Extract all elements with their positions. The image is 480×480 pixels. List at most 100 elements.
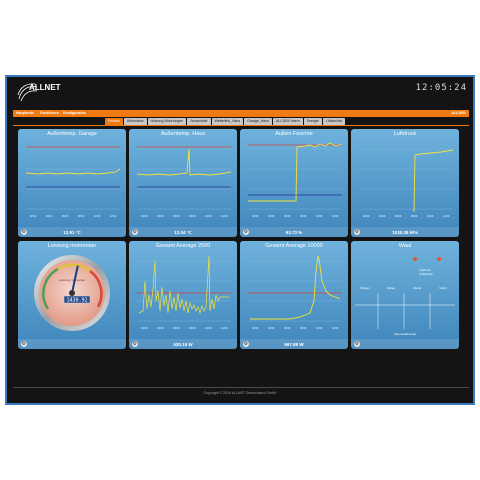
- x-tick: 08:00: [300, 327, 307, 330]
- widget-title: Leistung momentan: [47, 243, 97, 249]
- red-indicator-icon: [437, 257, 441, 261]
- x-tick: 12:00: [443, 215, 450, 218]
- x-tick: 06:00: [62, 215, 69, 218]
- widget-title: Außen Feuchte: [275, 131, 313, 137]
- gauge-label: Leistung momentan: [59, 278, 86, 282]
- red-indicator-icon: [413, 257, 417, 261]
- x-tick: 02:00: [252, 327, 259, 330]
- luftdruck-chart: 02:00 04:00 06:00 08:00 10:00 12:00: [359, 148, 454, 218]
- footer-divider: [13, 387, 469, 388]
- x-tick: 10:00: [316, 215, 323, 218]
- x-tick: 10:00: [205, 327, 212, 330]
- avg2500-chart: 02:00 04:00 06:00 08:00 10:00 12:00: [137, 255, 231, 330]
- gauge-hub: [69, 290, 75, 296]
- avg10000-chart: 02:00 04:00 06:00 08:00 10:00 12:00: [248, 255, 342, 330]
- x-tick: 12:00: [221, 327, 228, 330]
- x-tick: 02:00: [252, 215, 259, 218]
- tab-wetterlink[interactable]: Wetterlink_Haus: [211, 118, 244, 125]
- widget-value: 93.73 %: [285, 230, 303, 235]
- widget-value: 12.91 °C: [63, 230, 81, 235]
- widget-aussentemp-haus[interactable]: Außentemp. Haus 02:00 04:00 06:00 08:00 10:0…: [129, 129, 237, 237]
- x-tick: 06:00: [173, 215, 180, 218]
- menu-funktionen[interactable]: Funktionen: [40, 110, 59, 117]
- indicator-label: Luftfeuchte: [419, 272, 433, 276]
- x-tick: 12:00: [332, 215, 339, 218]
- x-tick: 08:00: [78, 215, 85, 218]
- clock: 12:05:24: [415, 83, 467, 93]
- power-gauge: Leistung momentan 1430.92: [34, 255, 110, 331]
- x-tick: 04:00: [268, 215, 275, 218]
- widget-value: 1030.38 kPa: [392, 230, 418, 235]
- weather-column-label: Abend: [413, 286, 422, 290]
- tab-intern[interactable]: ALL3500 intern: [272, 118, 303, 125]
- menu-hauptseite[interactable]: Hauptseite: [16, 110, 34, 117]
- widget-title: Außentemp. Garage: [47, 131, 97, 137]
- feuchte-chart: 02:00 04:00 06:00 08:00 10:00 12:00: [248, 142, 343, 218]
- x-tick: 04:00: [379, 215, 386, 218]
- tab-energie[interactable]: Energie: [303, 118, 322, 125]
- x-tick: 08:00: [189, 215, 196, 218]
- widget-title: Waal: [398, 243, 412, 249]
- x-tick: 10:00: [205, 215, 212, 218]
- x-tick: 04:00: [46, 215, 53, 218]
- x-tick: 02:00: [30, 215, 37, 218]
- temp-garage-chart: 02:00 04:00 06:00 08:00 10:00 12:00: [25, 146, 121, 218]
- x-tick: 02:00: [141, 327, 148, 330]
- widget-value: 530.15 W: [173, 342, 193, 347]
- menu-device[interactable]: ALL3500: [451, 110, 466, 117]
- weather-column-label: Nacht: [439, 286, 447, 290]
- x-tick: 08:00: [300, 215, 307, 218]
- tab-fenster[interactable]: Fenster: [105, 118, 123, 125]
- tab-wohnhaus[interactable]: Wohnhaus: [123, 118, 147, 125]
- widget-value: 667.88 W: [284, 342, 304, 347]
- x-tick: 12:00: [110, 215, 117, 218]
- copyright: Copyright © 2015 ALLNET Deutschland GmbH: [203, 391, 277, 395]
- x-tick: 06:00: [173, 327, 180, 330]
- gear-icon[interactable]: ⚙: [354, 341, 360, 347]
- main-menu: Hauptseite Funktionen Konfiguration ALL3…: [13, 110, 469, 117]
- gear-icon[interactable]: ⚙: [21, 341, 27, 347]
- gauge-readout: 1430.92: [66, 298, 87, 304]
- x-tick: 02:00: [363, 215, 370, 218]
- header: ALLNET 12:05:24: [7, 77, 473, 109]
- widget-luftdruck[interactable]: Luftdruck 02:00 04:00 06:00 08:00 10:00 12:00…: [351, 129, 459, 237]
- widget-footer: [18, 339, 126, 349]
- tab-sensorliste[interactable]: Sensorliste: [187, 118, 211, 125]
- widget-value: 12.04 °C: [174, 230, 192, 235]
- x-tick: 06:00: [284, 215, 291, 218]
- x-tick: 02:00: [141, 215, 148, 218]
- menu-konfiguration[interactable]: Konfiguration: [63, 110, 86, 117]
- tab-heizung[interactable]: Heizung Wohnungen: [147, 118, 187, 125]
- temp-haus-chart: 02:00 04:00 06:00 08:00 10:00 12:00: [136, 146, 232, 218]
- app-window: ALLNET 12:05:24 Hauptseite Funktionen Ko…: [5, 75, 475, 405]
- x-tick: 04:00: [157, 327, 164, 330]
- widget-leistung-momentan[interactable]: Leistung momentan Leistung momentan 1430…: [18, 241, 126, 349]
- widget-gesamt-average-10000[interactable]: Gesamt Average 10000 02:00 04:00 06:00 08:0…: [240, 241, 348, 349]
- weather-source: Openweathermap: [394, 332, 417, 336]
- x-tick: 06:00: [395, 215, 402, 218]
- tab-underline: [13, 125, 469, 126]
- x-tick: 10:00: [94, 215, 101, 218]
- x-tick: 08:00: [411, 215, 418, 218]
- tab-garage[interactable]: Garage_Haus: [244, 118, 272, 125]
- widget-footer: [351, 339, 459, 349]
- x-tick: 04:00: [268, 327, 275, 330]
- widget-aussentemp-garage[interactable]: Außentemp. Garage 02:00 04:00 06:00 08:00 10…: [18, 129, 126, 237]
- x-tick: 06:00: [284, 327, 291, 330]
- widget-waal[interactable]: Waal Luftdruck Luftfeuchte Morgen Mittag…: [351, 241, 459, 349]
- tab-bar: Fenster Wohnhaus Heizung Wohnungen Senso…: [105, 118, 346, 125]
- widget-gesamt-average-2500[interactable]: Gesamt Average 2500 02:00 04:00 06:00 08:00…: [129, 241, 237, 349]
- x-tick: 10:00: [427, 215, 434, 218]
- widget-title: Gesamt Average 10000: [265, 243, 323, 249]
- weather-column-label: Morgen: [360, 286, 370, 290]
- widget-title: Außentemp. Haus: [160, 131, 206, 137]
- widget-aussen-feuchte[interactable]: Außen Feuchte 02:00 04:00 06:00 08:00 10:00 1…: [240, 129, 348, 237]
- widget-title: Luftdruck: [393, 131, 417, 137]
- x-tick: 04:00: [157, 215, 164, 218]
- weather-column-label: Mittag: [387, 286, 395, 290]
- x-tick: 12:00: [332, 327, 339, 330]
- x-tick: 12:00: [221, 215, 228, 218]
- tab-lueftung[interactable]: Lüftwichtin: [322, 118, 346, 125]
- widget-title: Gesamt Average 2500: [155, 243, 211, 249]
- x-tick: 10:00: [316, 327, 323, 330]
